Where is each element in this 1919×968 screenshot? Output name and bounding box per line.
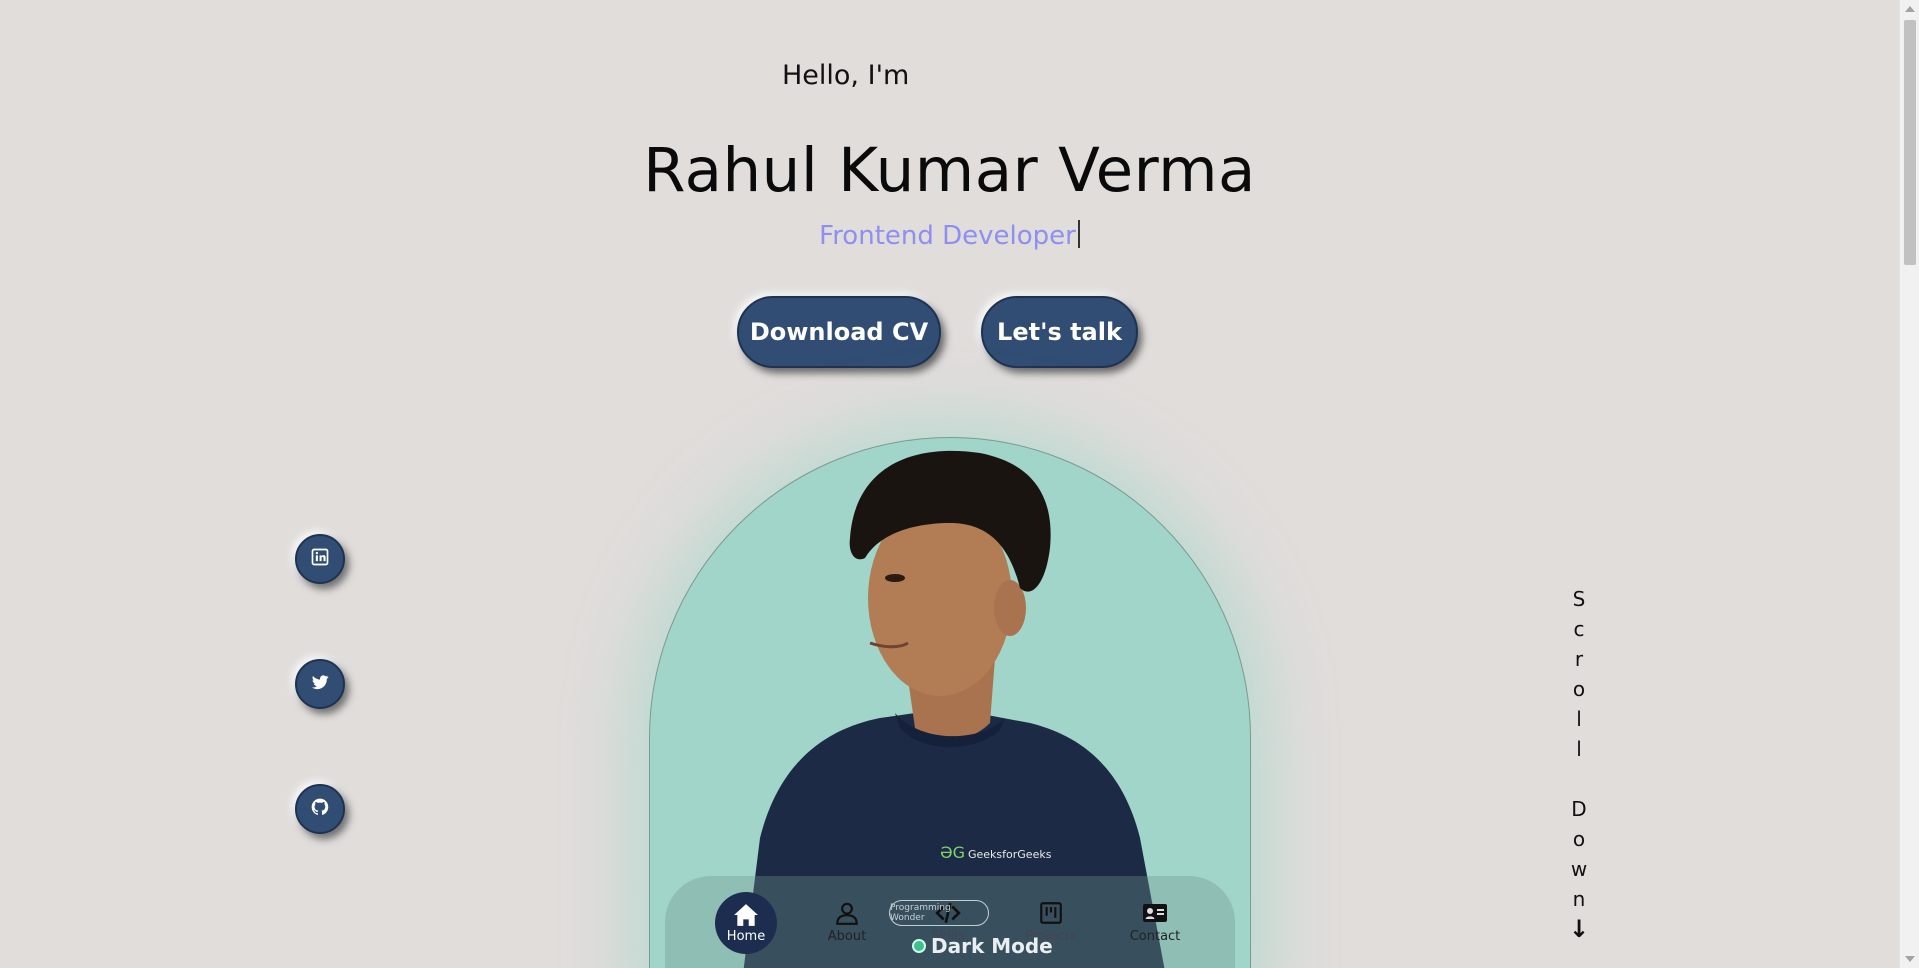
nav-contact-label: Contact	[1129, 929, 1181, 944]
page-scrollbar[interactable]	[1899, 0, 1919, 968]
scroll-letter: o	[1572, 677, 1586, 701]
scrollbar-thumb[interactable]	[1904, 20, 1916, 265]
role-text: Frontend Developer	[819, 221, 1076, 251]
shirt-logo-icon: ƏG	[940, 843, 965, 862]
nav-about-label: About	[827, 929, 867, 944]
lets-talk-button[interactable]: Let's talk	[981, 296, 1138, 368]
scroll-letter: r	[1574, 647, 1584, 671]
scroll-letter: w	[1570, 857, 1588, 881]
dark-mode-label: Dark Mode	[931, 934, 1053, 958]
github-link[interactable]	[295, 784, 345, 834]
typing-caret	[1077, 220, 1080, 248]
scroll-letter: l	[1576, 707, 1582, 731]
contact-card-icon	[1143, 904, 1167, 922]
arrow-down-icon: ↓	[1568, 915, 1590, 943]
dark-mode-toggle[interactable]: Dark Mode	[912, 934, 1053, 958]
scroll-letter: l	[1576, 737, 1582, 761]
greeting: Hello, I'm	[782, 60, 910, 91]
nav-home[interactable]: Home	[715, 892, 777, 954]
home-icon	[734, 903, 758, 926]
scroll-down-arrow-icon[interactable]	[1905, 956, 1915, 962]
toggle-dot-icon	[912, 939, 926, 953]
pill-badge: Programming Wonder	[889, 900, 989, 926]
nav-contact[interactable]: Contact	[1120, 876, 1190, 968]
scroll-down-hint[interactable]: S c r o l l D o w n ↓	[1566, 584, 1592, 944]
github-icon	[310, 797, 330, 821]
hero-role: Frontend Developer	[0, 220, 1899, 251]
scroll-letter: S	[1572, 587, 1586, 611]
scroll-letter: D	[1571, 797, 1587, 821]
twitter-icon	[310, 672, 330, 696]
linkedin-link[interactable]	[295, 534, 345, 584]
twitter-link[interactable]	[295, 659, 345, 709]
hero-name: Rahul Kumar Verma	[643, 135, 1256, 206]
nav-about[interactable]: About	[812, 876, 882, 968]
scroll-letter: n	[1572, 887, 1586, 911]
scroll-letter: o	[1572, 827, 1586, 851]
shirt-text: GeeksforGeeks	[968, 848, 1052, 861]
scroll-up-arrow-icon[interactable]	[1905, 6, 1915, 12]
download-cv-button[interactable]: Download CV	[737, 296, 941, 368]
projects-icon	[1040, 902, 1062, 924]
user-icon	[836, 902, 858, 925]
nav-home-label: Home	[726, 928, 766, 944]
scroll-letter: c	[1573, 617, 1585, 641]
linkedin-icon	[310, 547, 330, 571]
